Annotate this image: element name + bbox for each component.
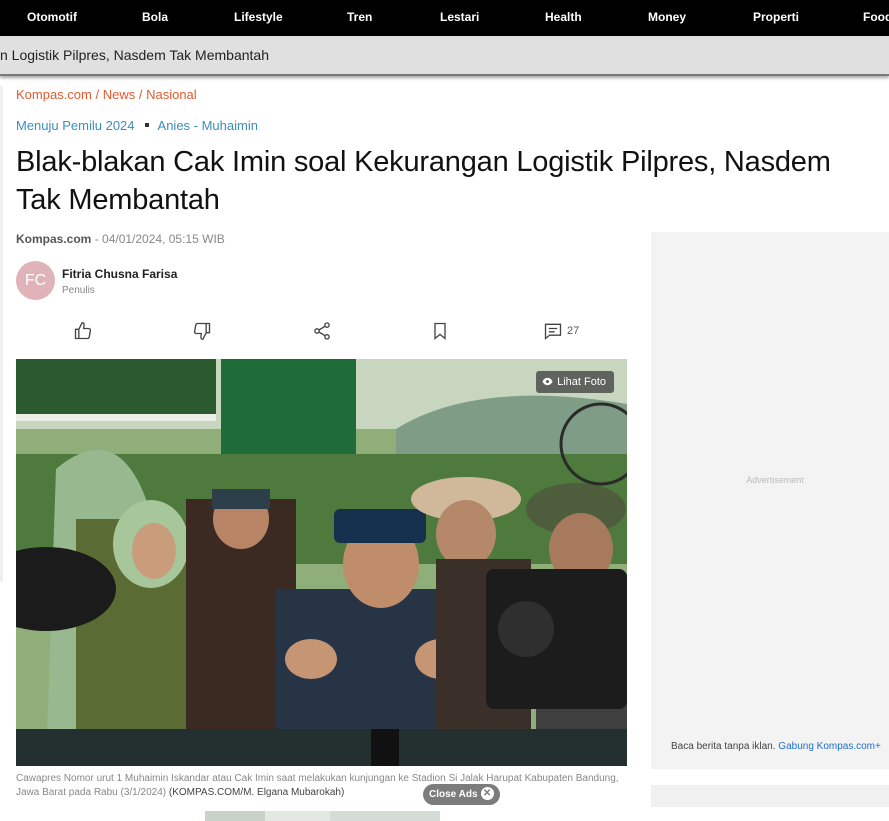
page-title: Blak-blakan Cak Imin soal Kekurangan Log… [16, 146, 831, 216]
related-thumbnail-strip[interactable] [205, 811, 440, 821]
nav-item-tren[interactable]: Tren [347, 0, 372, 36]
comment-button[interactable]: 27 [543, 318, 579, 344]
lihat-foto-button[interactable]: Lihat Foto [536, 371, 614, 393]
nav-item-bola[interactable]: Bola [142, 0, 168, 36]
avatar[interactable]: FC [16, 261, 55, 300]
nav-item-otomotif[interactable]: Otomotif [27, 0, 77, 36]
comment-count: 27 [567, 325, 580, 337]
topic-tags: Menuju Pemilu 2024 Anies - Muhaimin [16, 118, 258, 133]
author-name[interactable]: Fitria Chusna Farisa [62, 267, 177, 281]
nav-item-lifestyle[interactable]: Lifestyle [234, 0, 283, 36]
tag-menuju-pemilu[interactable]: Menuju Pemilu 2024 [16, 118, 135, 133]
article-date: - 04/01/2024, 05:15 WIB [91, 232, 225, 246]
share-icon [314, 322, 330, 340]
ad-footer-text: Baca berita tanpa iklan. [671, 741, 779, 752]
lihat-foto-label: Lihat Foto [557, 376, 606, 388]
like-icon [74, 321, 92, 340]
article-source: Kompas.com [16, 232, 92, 246]
nav-item-food[interactable]: Food [863, 0, 889, 36]
breadcrumb-separator: / [135, 87, 147, 102]
breadcrumb-subsection[interactable]: Nasional [146, 87, 197, 102]
sticky-title-bar: n Logistik Pilpres, Nasdem Tak Membantah [0, 36, 889, 76]
ad-slot: Advertisement Baca berita tanpa iklan. G… [651, 232, 889, 769]
author-role: Penulis [62, 285, 95, 296]
breadcrumb-section[interactable]: News [103, 87, 136, 102]
ad-footer: Baca berita tanpa iklan. Gabung Kompas.c… [671, 741, 881, 752]
nav-item-properti[interactable]: Properti [753, 0, 799, 36]
comment-icon [544, 323, 562, 340]
breadcrumb: Kompas.com / News / Nasional [16, 87, 197, 102]
left-divider [0, 86, 3, 582]
breadcrumb-site[interactable]: Kompas.com [16, 87, 92, 102]
sticky-title[interactable]: n Logistik Pilpres, Nasdem Tak Membantah [0, 47, 269, 63]
thumbnail-image [205, 811, 265, 821]
bookmark-button[interactable] [430, 318, 450, 344]
ad-label: Advertisement [746, 475, 804, 485]
dislike-icon [193, 322, 211, 341]
photo-credit: (KOMPAS.COM/M. Elgana Mubarokah) [168, 787, 345, 798]
close-icon: ✕ [480, 786, 494, 800]
tag-anies-muhaimin[interactable]: Anies - Muhaimin [158, 118, 258, 133]
like-button[interactable] [73, 318, 93, 344]
nav-item-health[interactable]: Health [545, 0, 582, 36]
thumbnail-image [330, 811, 440, 821]
breadcrumb-separator: / [91, 87, 103, 102]
close-ads-label: Close Ads [429, 789, 478, 800]
photo-caption: Cawapres Nomor urut 1 Muhaimin Iskandar … [16, 772, 627, 800]
close-ads-button[interactable]: Close Ads ✕ [423, 784, 500, 805]
bookmark-icon [434, 322, 446, 340]
share-button[interactable] [312, 318, 332, 344]
photo-scene [16, 359, 627, 766]
join-kompas-plus-link[interactable]: Gabung Kompas.com+ [778, 741, 881, 752]
top-nav: Otomotif Bola Lifestyle Tren Lestari Hea… [0, 0, 889, 36]
article-photo[interactable]: Lihat Foto [16, 359, 627, 766]
dislike-button[interactable] [192, 318, 212, 344]
article-meta: Kompas.com - 04/01/2024, 05:15 WIB [16, 232, 225, 246]
nav-item-lestari[interactable]: Lestari [440, 0, 479, 36]
article-action-bar: 27 [16, 318, 627, 344]
tag-separator-dot [144, 123, 149, 128]
ad-slot-secondary [651, 785, 889, 807]
nav-item-money[interactable]: Money [648, 0, 686, 36]
eye-icon [542, 377, 553, 385]
